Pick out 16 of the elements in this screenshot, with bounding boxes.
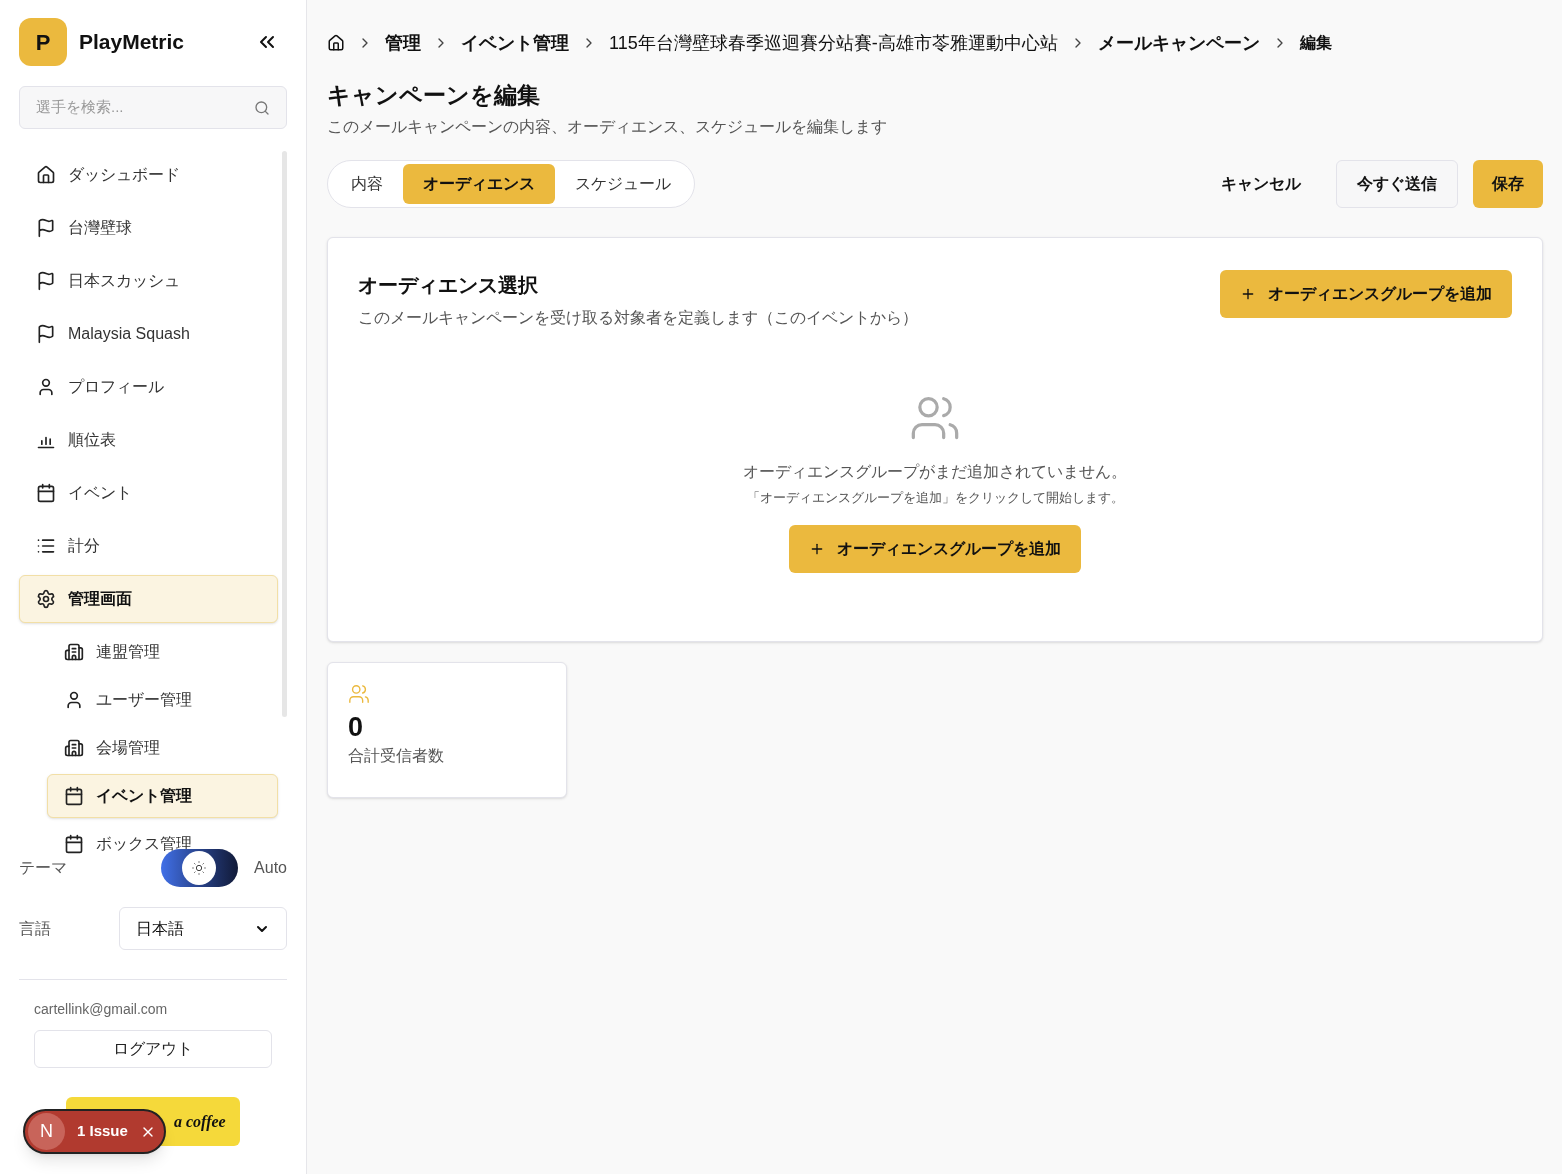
card-title: オーディエンス選択: [358, 272, 539, 298]
page-subtitle: このメールキャンペーンの内容、オーディエンス、スケジュールを編集します: [327, 116, 888, 137]
card-description: このメールキャンペーンを受け取る対象者を定義します（このイベントから）: [358, 307, 918, 328]
account-email: cartellink@gmail.com: [34, 1000, 169, 1019]
issue-count: 1 Issue: [77, 1121, 128, 1142]
theme-label: テーマ: [19, 858, 67, 878]
issue-logo: N: [28, 1113, 65, 1150]
app-logo: P: [19, 18, 67, 66]
app-name: PlayMetric: [79, 29, 186, 56]
empty-hint: 「オーディエンスグループを追加」をクリックして開始します。: [746, 488, 1124, 507]
stat-label: 合計受信者数: [348, 746, 445, 767]
stat-value: 0: [348, 710, 365, 744]
theme-value: Auto: [254, 858, 287, 878]
page-title: キャンペーンを編集: [327, 81, 541, 110]
empty-message: オーディエンスグループがまだ追加されていません。: [743, 461, 1127, 482]
language-label: 言語: [19, 918, 51, 939]
